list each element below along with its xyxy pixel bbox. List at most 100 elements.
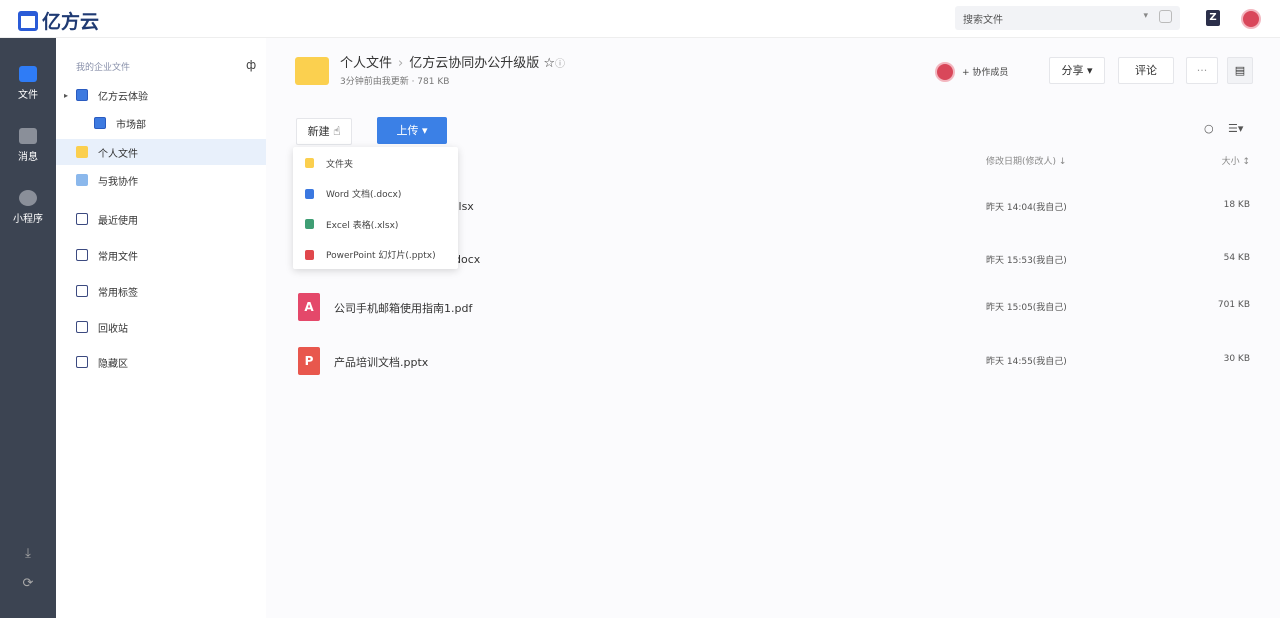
app-rail: 文件 消息 小程序 ⤓ ⟳	[0, 38, 56, 618]
label: 常用标签	[98, 284, 138, 299]
file-size: 701 KB	[1218, 300, 1250, 310]
share-button[interactable]: 分享 ▾	[1049, 57, 1105, 84]
panel-toggle-icon[interactable]: ▤	[1227, 57, 1253, 84]
collab-icon	[76, 174, 88, 186]
sidebar-item[interactable]: 回收站	[56, 314, 266, 340]
search-input[interactable]: 搜索文件 ▾	[955, 6, 1180, 30]
folder-icon	[305, 158, 314, 168]
rail-messages[interactable]: 消息	[0, 128, 56, 163]
trash-icon	[76, 321, 88, 333]
breadcrumb-sep: ›	[398, 56, 403, 71]
label: 常用文件	[98, 248, 138, 263]
download-icon[interactable]: ⤓	[0, 546, 56, 561]
star-icon	[76, 249, 88, 261]
rail-label: 消息	[18, 152, 38, 163]
label: 个人文件	[98, 145, 138, 160]
sidebar-item[interactable]: 市场部	[56, 110, 266, 136]
comment-button[interactable]: 评论	[1118, 57, 1174, 84]
top-bar: 亿方云 搜索文件 ▾ Z	[0, 0, 1280, 38]
collaborators-button[interactable]: + 协作成员	[962, 65, 1008, 78]
breadcrumb: 个人文件 › 亿方云协同办公升级版 ☆ⓘ	[340, 52, 565, 71]
file-modified: 昨天 14:55(我自己)	[986, 354, 1067, 367]
folder-icon	[94, 117, 106, 129]
app-switch-icon[interactable]: Z	[1206, 10, 1220, 26]
file-size: 54 KB	[1224, 253, 1250, 263]
file-size: 18 KB	[1224, 200, 1250, 210]
column-modified[interactable]: 修改日期(修改人) ↓	[986, 154, 1066, 167]
breadcrumb-root[interactable]: 个人文件	[340, 56, 392, 71]
pdf-icon: A	[298, 293, 320, 321]
new-button[interactable]: 新建 ☝	[296, 118, 352, 145]
menu-item-excel[interactable]: Excel 表格(.xlsx)	[293, 210, 458, 239]
hidden-icon	[76, 356, 88, 368]
star-icon[interactable]: ☆	[543, 56, 555, 71]
view-mode-icon[interactable]: ☰▾	[1228, 122, 1243, 135]
label: 市场部	[116, 116, 146, 131]
logo[interactable]: 亿方云	[18, 7, 99, 34]
label: 最近使用	[98, 212, 138, 227]
label: 与我协作	[98, 173, 138, 188]
menu-item-folder[interactable]: 文件夹	[293, 149, 458, 178]
new-label: 新建	[308, 125, 330, 138]
page-title: 亿方云协同办公升级版	[409, 56, 539, 71]
folder-icon	[76, 89, 88, 101]
user-avatar[interactable]	[1241, 9, 1261, 29]
sidebar-item[interactable]: ▸亿方云体验	[56, 82, 266, 108]
file-name: 产品培训文档.pptx	[334, 354, 428, 370]
folder-subtitle: 3分钟前由我更新 · 781 KB	[340, 74, 449, 87]
rail-files[interactable]: 文件	[0, 66, 56, 101]
new-dropdown-menu: 文件夹 Word 文档(.docx) Excel 表格(.xlsx) Power…	[293, 147, 458, 269]
upload-button[interactable]: 上传 ▾	[377, 117, 447, 144]
search-placeholder: 搜索文件	[963, 15, 1003, 26]
file-modified: 昨天 14:04(我自己)	[986, 200, 1067, 213]
file-row[interactable]: A 公司手机邮箱使用指南1.pdf 昨天 15:05(我自己) 701 KB	[266, 293, 1280, 343]
sidebar-item[interactable]: 最近使用	[56, 206, 266, 232]
sync-icon[interactable]: ⟳	[0, 576, 56, 591]
file-modified: 昨天 15:05(我自己)	[986, 300, 1067, 313]
sidebar-item[interactable]: 常用标签	[56, 278, 266, 304]
file-modified: 昨天 15:53(我自己)	[986, 253, 1067, 266]
menu-item-word[interactable]: Word 文档(.docx)	[293, 180, 458, 209]
file-row[interactable]: P 产品培训文档.pptx 昨天 14:55(我自己) 30 KB	[266, 347, 1280, 397]
sidebar: 我的企业文件 ф ▸亿方云体验 市场部 个人文件 与我协作 最近使用 常用文件 …	[56, 38, 266, 618]
label: PowerPoint 幻灯片(.pptx)	[326, 248, 436, 261]
search-scope-dropdown[interactable]: ▾	[1143, 11, 1148, 21]
info-icon[interactable]: ⓘ	[555, 59, 565, 70]
excel-icon	[305, 219, 314, 229]
sidebar-item[interactable]: 常用文件	[56, 242, 266, 268]
file-size: 30 KB	[1224, 354, 1250, 364]
message-icon	[19, 128, 37, 144]
sidebar-item[interactable]: 隐藏区	[56, 349, 266, 375]
menu-item-powerpoint[interactable]: PowerPoint 幻灯片(.pptx)	[293, 241, 458, 270]
folder-icon	[76, 146, 88, 158]
logo-icon	[18, 11, 38, 31]
search-files-icon[interactable]: ○	[1204, 122, 1214, 135]
folder-icon	[295, 57, 329, 85]
label: 隐藏区	[98, 355, 128, 370]
sidebar-header: 我的企业文件	[76, 60, 130, 73]
more-button[interactable]: ···	[1186, 57, 1218, 84]
powerpoint-icon	[305, 250, 314, 260]
label: 文件夹	[326, 157, 353, 170]
pptx-icon: P	[298, 347, 320, 375]
main-content: 个人文件 › 亿方云协同办公升级版 ☆ⓘ 3分钟前由我更新 · 781 KB + 协…	[266, 38, 1280, 618]
word-icon	[305, 189, 314, 199]
label: 亿方云体验	[98, 88, 148, 103]
miniapp-icon	[19, 190, 37, 206]
label: 回收站	[98, 320, 128, 335]
sidebar-item-personal[interactable]: 个人文件	[56, 139, 266, 165]
file-name: 公司手机邮箱使用指南1.pdf	[334, 300, 472, 316]
label: Excel 表格(.xlsx)	[326, 218, 398, 231]
search-icon[interactable]	[1159, 10, 1172, 23]
rail-label: 小程序	[13, 214, 43, 225]
files-icon	[19, 66, 37, 82]
label: Word 文档(.docx)	[326, 187, 401, 200]
collaborator-avatar[interactable]	[935, 62, 955, 82]
rail-label: 文件	[18, 90, 38, 101]
org-icon[interactable]: ф	[246, 58, 256, 72]
tag-icon	[76, 285, 88, 297]
column-size[interactable]: 大小 ↕	[1222, 154, 1250, 167]
rail-miniapps[interactable]: 小程序	[0, 190, 56, 225]
sidebar-item[interactable]: 与我协作	[56, 167, 266, 193]
logo-text: 亿方云	[42, 7, 99, 34]
